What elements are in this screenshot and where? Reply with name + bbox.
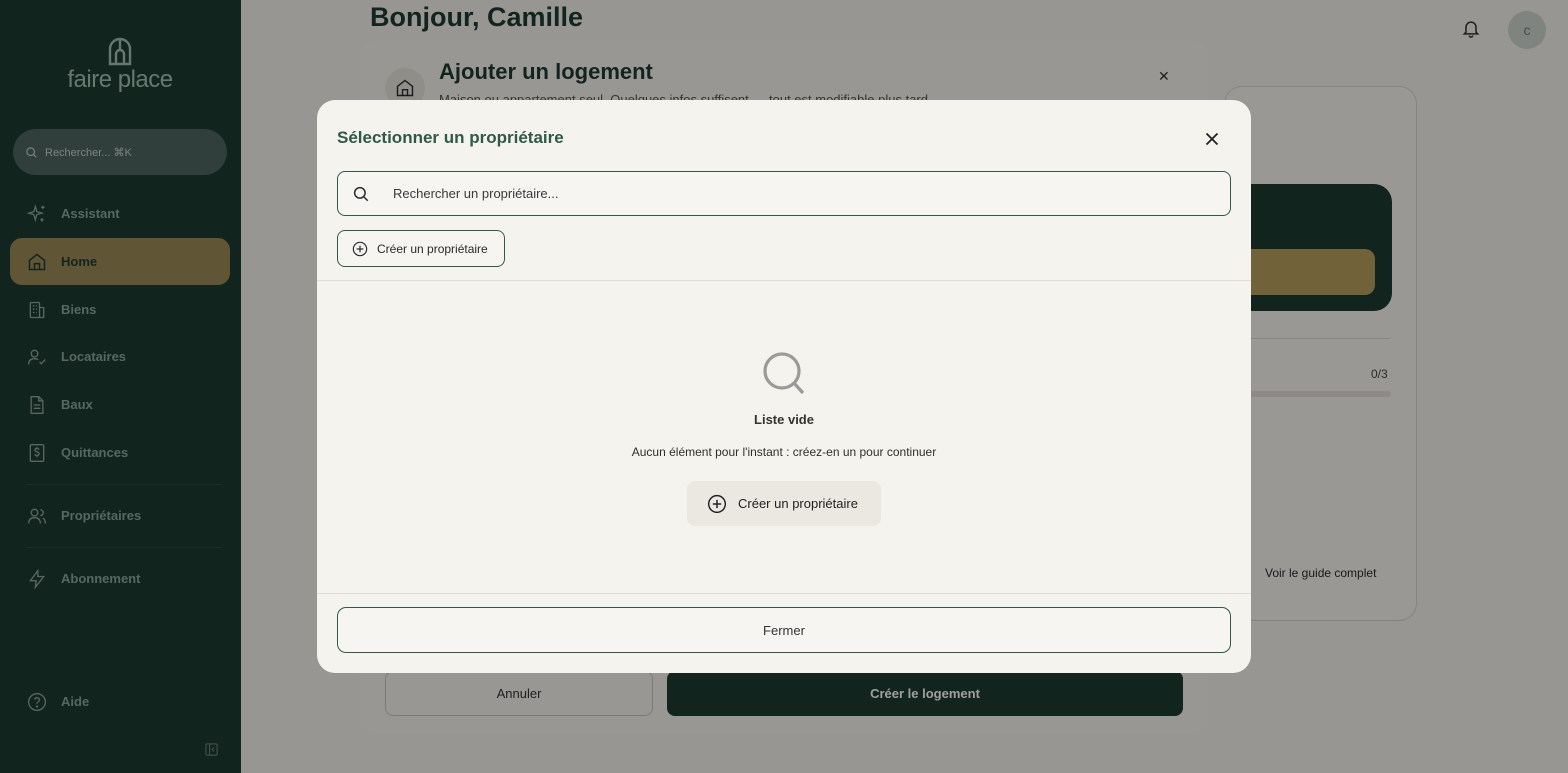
create-owner-button[interactable]: Créer un propriétaire [337,230,505,267]
close-icon[interactable] [1201,128,1223,155]
modal-divider [317,280,1251,281]
owner-search-field[interactable] [337,171,1231,216]
search-icon [353,186,369,202]
create-owner-empty-button[interactable]: Créer un propriétaire [687,481,881,526]
owner-search-input[interactable] [393,172,1213,215]
modal-divider [317,593,1251,594]
empty-state-description: Aucun élément pour l'instant : créez-en … [631,445,937,459]
close-button[interactable]: Fermer [337,607,1231,653]
modal-title: Sélectionner un propriétaire [337,128,564,147]
empty-search-icon [761,351,807,402]
select-owner-modal: Sélectionner un propriétaire Créer un pr… [317,100,1251,673]
create-owner-label: Créer un propriétaire [738,496,858,511]
create-owner-label: Créer un propriétaire [377,241,488,256]
plus-circle-icon [352,241,368,256]
empty-state-title: Liste vide [754,412,814,427]
plus-circle-icon [707,494,727,513]
